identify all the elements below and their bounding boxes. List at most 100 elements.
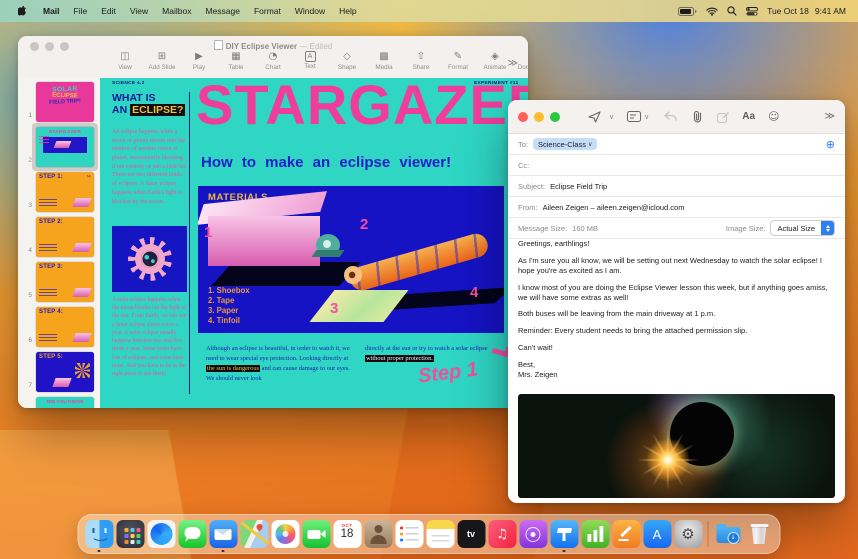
toolbar-view-button[interactable]: ◫ View [112,51,138,71]
toolbar-shape-button[interactable]: ◇ Shape [334,51,360,71]
dock-appstore[interactable] [642,515,673,553]
close-button[interactable] [518,111,528,122]
slide-thumbnail-6[interactable]: STEP 4: [36,307,94,347]
toolbar-overflow-icon[interactable]: ≫ [508,58,518,69]
mail-window-controls[interactable] [518,111,560,122]
slide-thumbnail-2[interactable]: STARGAZER [36,127,94,167]
signature-line: Mrs. Zeigen [518,370,558,380]
dock-settings[interactable] [673,515,704,553]
header-fields-chevron-icon[interactable]: ∨ [644,113,649,121]
toolbar-share-button[interactable]: ⇧ Share [408,51,434,71]
slide-thumbnail-7[interactable]: STEP 5: [36,352,94,392]
search-icon[interactable] [727,6,737,16]
emoji-button[interactable]: ☺ [768,110,779,123]
dock-photos[interactable] [270,515,301,553]
header-fields-button[interactable] [627,111,642,122]
slide-thumbnail-8[interactable]: DID YOU KNOW [36,397,94,408]
menu-mailbox[interactable]: Mailbox [162,6,191,16]
add-recipient-icon[interactable]: ⊕ [826,139,835,150]
dock-messages[interactable] [177,515,208,553]
from-field[interactable]: From: Aileen Zeigen – aileen.zeigen@iclo… [508,197,845,218]
toolbar-media-button[interactable]: ▩ Media [371,51,397,71]
toolbar-add-slide-button[interactable]: ⊞ Add Slide [149,51,176,71]
slide-thumbnail-1[interactable]: SOLAR ECLIPSE FIELD TRIP! [36,82,94,122]
slide-navigator: 1 2 3 4 5 6 7 SOLAR ECLIPSE FIELD TRIP! … [18,78,100,408]
apple-menu-icon[interactable] [18,5,29,18]
slide-thumbnail-5[interactable]: STEP 3: [36,262,94,302]
menubar-time[interactable]: 9:41 AM [815,6,846,16]
dock-calendar[interactable]: OCT 18 [332,515,363,553]
dock-music[interactable] [487,515,518,553]
dock-downloads[interactable]: ↓ [713,515,744,553]
scissors-glyph: ✂ [86,174,91,180]
keynote-window[interactable]: DIY Eclipse Viewer — Edited ◫ View ⊞ Add S… [18,36,528,408]
minimize-button[interactable] [534,111,544,122]
image-size-dropdown[interactable]: Actual Size [770,220,835,236]
toolbar-table-button[interactable]: ▦ Table [223,51,249,71]
eclipse-photo-attachment[interactable] [518,394,835,498]
toolbar-text-button[interactable]: A Text [297,51,323,71]
messages-icon [178,520,206,548]
keynote-icon [550,520,578,548]
toolbar-overflow-icon[interactable]: ≫ [825,111,835,122]
dock-numbers[interactable] [580,515,611,553]
menu-edit[interactable]: Edit [101,6,116,16]
from-value: Aileen Zeigen – aileen.zeigen@icloud.com [542,202,685,212]
menu-format[interactable]: Format [254,6,281,16]
dock-mail[interactable] [208,515,239,553]
message-body[interactable]: Greetings, earthlings! As I'm sure you a… [518,239,828,380]
control-center-icon[interactable] [746,6,759,16]
dock-safari[interactable] [146,515,177,553]
send-options-chevron-icon[interactable]: ∨ [609,113,614,121]
slide-thumbnail-3[interactable]: STEP 1: ✂ [36,172,94,212]
dock-facetime[interactable] [301,515,332,553]
menubar-date[interactable]: Tue Oct 18 [767,6,809,16]
attach-button[interactable] [692,110,703,123]
reply-button[interactable] [664,111,677,122]
dock-notes[interactable] [425,515,456,553]
dock-launchpad[interactable] [115,515,146,553]
menu-view[interactable]: View [130,6,148,16]
toolbar-chart-button[interactable]: ◔ Chart [260,51,286,71]
toolbar-format-button[interactable]: ✎ Format [445,51,471,71]
slide-canvas[interactable]: SCIENCE 4.2 EXPERIMENT #11 WHAT IS AN EC… [100,78,528,408]
dock-finder[interactable] [84,515,115,553]
menubar-app-name[interactable]: Mail [43,6,60,16]
menu-message[interactable]: Message [205,6,240,16]
slide-thumbnail-4[interactable]: STEP 2: [36,217,94,257]
keynote-titlebar[interactable]: DIY Eclipse Viewer — Edited ◫ View ⊞ Add S… [18,36,528,79]
recipient-token[interactable]: Science-Class ∨ [533,138,598,150]
format-button[interactable]: Aa [742,111,755,122]
contacts-icon [364,520,392,548]
compose-button[interactable] [717,111,730,123]
shape-icon: ◇ [343,51,351,62]
notes-icon [426,520,454,548]
dock-podcasts[interactable] [518,515,549,553]
text-icon: A [304,51,316,62]
dock-trash[interactable] [744,515,775,553]
dock-reminders[interactable] [394,515,425,553]
menu-help[interactable]: Help [339,6,356,16]
keynote-window-title: DIY Eclipse Viewer — Edited [18,40,528,51]
wifi-icon[interactable] [706,7,718,16]
photos-icon [271,520,299,548]
menu-window[interactable]: Window [295,6,325,16]
menu-file[interactable]: File [74,6,88,16]
cc-field[interactable]: Cc: [508,155,845,176]
dock-tv[interactable]: tv [456,515,487,553]
dock-contacts[interactable] [363,515,394,553]
dock-pages[interactable] [611,515,642,553]
slide-paragraph-1: An eclipse happens when a moon or planet… [112,129,187,205]
dock-maps[interactable] [239,515,270,553]
send-button[interactable] [588,110,601,123]
subject-field[interactable]: Subject: Eclipse Field Trip [508,176,845,197]
toolbar-play-button[interactable]: ▶ Play [186,51,212,71]
mail-compose-window[interactable]: ∨ ∨ Aa ☺ ≫ To: Science-Class ∨ ⊕ Cc: Subj… [508,100,845,503]
dock-keynote[interactable] [549,515,580,553]
toolbar-animate-button[interactable]: ◈ Animate [482,51,508,71]
battery-icon[interactable] [678,6,697,16]
toolbar-document-button[interactable]: ▤Document [518,51,528,71]
zoom-button[interactable] [550,111,560,122]
to-field[interactable]: To: Science-Class ∨ ⊕ [508,134,845,155]
slide-number: 4 [28,247,32,254]
